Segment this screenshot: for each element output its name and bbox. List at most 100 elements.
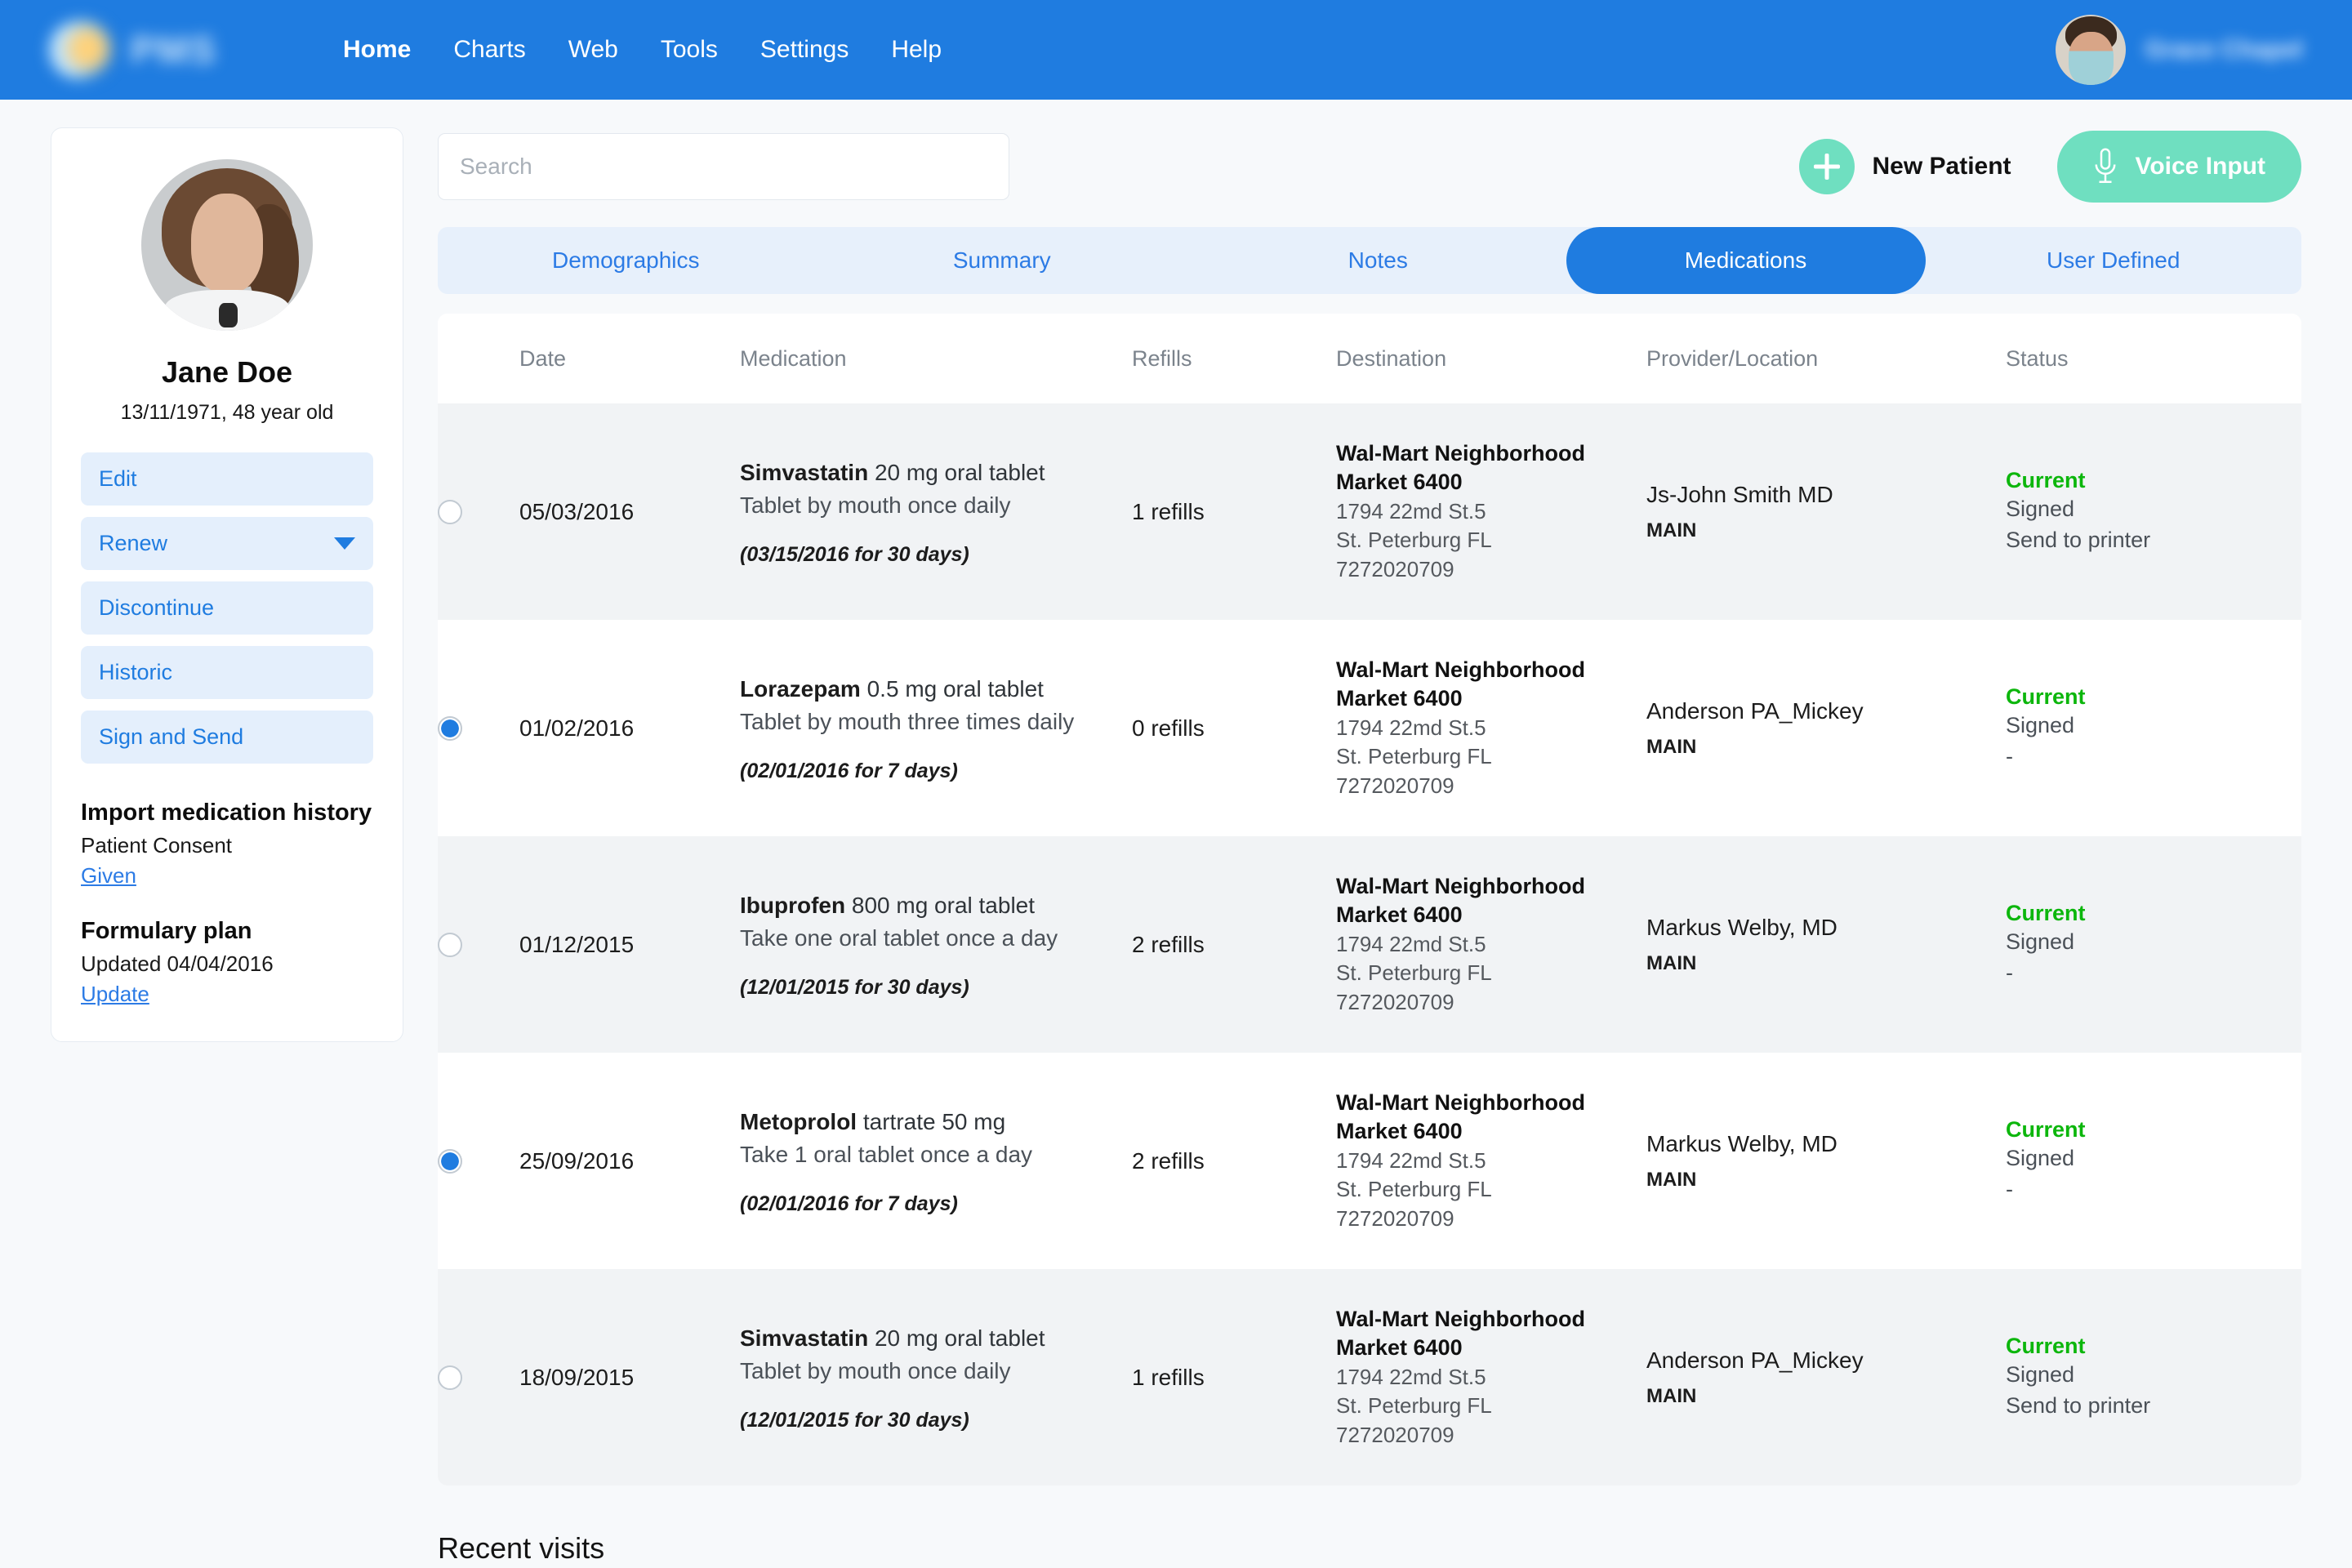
status-signed: Signed	[2006, 929, 2075, 954]
row-provider-cell: Anderson PA_Mickey MAIN	[1646, 1269, 2006, 1486]
table-row[interactable]: 01/02/2016 Lorazepam 0.5 mg oral tablet …	[438, 620, 2301, 836]
status-signed: Signed	[2006, 712, 2075, 737]
status-extra[interactable]: Send to printer	[2006, 1390, 2301, 1421]
column-header-medication[interactable]: Medication	[740, 314, 1132, 403]
nav-link-web[interactable]: Web	[568, 36, 618, 64]
row-med-when: (02/01/2016 for 7 days)	[740, 759, 958, 782]
row-med-when: (02/01/2016 for 7 days)	[740, 1192, 958, 1215]
sign-and-send-button[interactable]: Sign and Send	[81, 710, 373, 764]
status-badge: Current	[2006, 1116, 2086, 1142]
row-provider-cell: Markus Welby, MD MAIN	[1646, 1053, 2006, 1269]
nav-link-help[interactable]: Help	[891, 36, 942, 64]
formulary-updated-label: Updated 04/04/2016	[81, 951, 274, 976]
edit-button-label: Edit	[99, 466, 137, 491]
historic-button[interactable]: Historic	[81, 646, 373, 699]
row-date-cell: 25/09/2016	[519, 1053, 740, 1269]
tab-medications[interactable]: Medications	[1566, 227, 1926, 294]
new-patient-button[interactable]: New Patient	[1798, 139, 2011, 194]
table-body: 05/03/2016 Simvastatin 20 mg oral tablet…	[438, 403, 2301, 1486]
import-medication-history-section: Import medication history Patient Consen…	[81, 800, 373, 889]
avatar-tie-shape	[218, 303, 238, 327]
row-refills-cell: 0 refills	[1132, 620, 1336, 836]
row-dest-street: 1794 22md St.5	[1336, 1365, 1486, 1390]
row-radio-button[interactable]	[438, 1365, 462, 1390]
row-date: 01/12/2015	[519, 931, 635, 957]
column-header-refills[interactable]: Refills	[1132, 314, 1336, 403]
status-extra[interactable]: Send to printer	[2006, 524, 2301, 555]
table-row[interactable]: 01/12/2015 Ibuprofen 800 mg oral tablet …	[438, 836, 2301, 1053]
row-med-name: Lorazepam	[740, 676, 861, 702]
nav-link-settings[interactable]: Settings	[760, 36, 849, 64]
column-header-provider-location[interactable]: Provider/Location	[1646, 314, 2006, 403]
user-name-label: Grace Chapel	[2145, 36, 2303, 63]
column-header-date[interactable]: Date	[519, 314, 740, 403]
new-patient-label: New Patient	[1872, 153, 2011, 180]
table-row[interactable]: 05/03/2016 Simvastatin 20 mg oral tablet…	[438, 403, 2301, 620]
row-refills-cell: 1 refills	[1132, 403, 1336, 620]
nav-link-tools[interactable]: Tools	[661, 36, 718, 64]
row-med-strength: 20 mg oral tablet	[874, 1325, 1045, 1352]
row-provider-name: Anderson PA_Mickey	[1646, 1347, 1864, 1373]
tab-demographics[interactable]: Demographics	[438, 227, 814, 294]
row-provider-name: Anderson PA_Mickey	[1646, 697, 1864, 724]
row-dest-city: St. Peterburg FL	[1336, 960, 1492, 986]
column-header-destination[interactable]: Destination	[1336, 314, 1646, 403]
user-menu[interactable]: Grace Chapel	[2055, 0, 2303, 100]
formulary-update-link[interactable]: Update	[81, 982, 149, 1007]
status-badge: Current	[2006, 900, 2086, 925]
row-destination-cell: Wal-Mart Neighborhood Market 6400 1794 2…	[1336, 1053, 1646, 1269]
app-logo[interactable]: PMS	[49, 20, 270, 80]
row-radio-button[interactable]	[438, 1148, 462, 1174]
row-medication-cell: Metoprolol tartrate 50 mg Take 1 oral ta…	[740, 1053, 1132, 1269]
row-refills: 2 refills	[1132, 1147, 1205, 1174]
column-header-status[interactable]: Status	[2006, 314, 2301, 403]
discontinue-button[interactable]: Discontinue	[81, 581, 373, 635]
row-dest-phone: 7272020709	[1336, 556, 1454, 581]
status-signed: Signed	[2006, 496, 2075, 521]
row-date-cell: 05/03/2016	[519, 403, 740, 620]
content-toolbar: New Patient Voice Input	[438, 127, 2301, 206]
formulary-plan-heading: Formulary plan	[81, 918, 252, 944]
row-radio-button[interactable]	[438, 715, 462, 741]
row-select-cell	[438, 620, 519, 836]
row-refills-cell: 2 refills	[1132, 836, 1336, 1053]
historic-button-label: Historic	[99, 660, 173, 684]
table-row[interactable]: 18/09/2015 Simvastatin 20 mg oral tablet…	[438, 1269, 2301, 1486]
row-destination-cell: Wal-Mart Neighborhood Market 6400 1794 2…	[1336, 836, 1646, 1053]
nav-link-charts[interactable]: Charts	[453, 36, 525, 64]
row-med-name: Simvastatin	[740, 1325, 869, 1352]
patient-consent-given-link[interactable]: Given	[81, 863, 136, 889]
row-status-cell: Current Signed -	[2006, 1053, 2301, 1269]
row-destination-cell: Wal-Mart Neighborhood Market 6400 1794 2…	[1336, 403, 1646, 620]
row-radio-button[interactable]	[438, 499, 462, 524]
row-refills: 0 refills	[1132, 715, 1205, 741]
patient-actions: Edit Renew Discontinue Historic Sign and…	[81, 452, 373, 764]
tab-user-defined[interactable]: User Defined	[1926, 227, 2302, 294]
patient-name: Jane Doe	[161, 355, 293, 389]
row-refills-cell: 1 refills	[1132, 1269, 1336, 1486]
renew-button[interactable]: Renew	[81, 517, 373, 570]
nav-link-home[interactable]: Home	[343, 36, 411, 64]
row-med-strength: 0.5 mg oral tablet	[866, 676, 1044, 702]
row-provider-cell: Anderson PA_Mickey MAIN	[1646, 620, 2006, 836]
row-date-cell: 01/12/2015	[519, 836, 740, 1053]
table-row[interactable]: 25/09/2016 Metoprolol tartrate 50 mg Tak…	[438, 1053, 2301, 1269]
discontinue-button-label: Discontinue	[99, 595, 215, 620]
row-med-when: (12/01/2015 for 30 days)	[740, 975, 969, 999]
row-destination-cell: Wal-Mart Neighborhood Market 6400 1794 2…	[1336, 620, 1646, 836]
row-medication-cell: Simvastatin 20 mg oral tablet Tablet by …	[740, 403, 1132, 620]
patient-avatar	[141, 159, 313, 331]
tab-summary[interactable]: Summary	[814, 227, 1191, 294]
row-med-strength: tartrate 50 mg	[862, 1109, 1006, 1135]
avatar[interactable]	[2055, 15, 2126, 85]
edit-button[interactable]: Edit	[81, 452, 373, 506]
patient-dob: 13/11/1971, 48 year old	[120, 401, 334, 424]
row-radio-button[interactable]	[438, 932, 462, 957]
row-dest-name: Wal-Mart Neighborhood Market 6400	[1336, 873, 1585, 928]
voice-input-button[interactable]: Voice Input	[2056, 131, 2301, 203]
tab-notes[interactable]: Notes	[1190, 227, 1566, 294]
top-navbar: PMS Home Charts Web Tools Settings Help …	[0, 0, 2352, 100]
logo-mark-icon	[49, 20, 113, 80]
search-input[interactable]	[438, 133, 1009, 200]
row-med-strength: 20 mg oral tablet	[874, 460, 1045, 486]
